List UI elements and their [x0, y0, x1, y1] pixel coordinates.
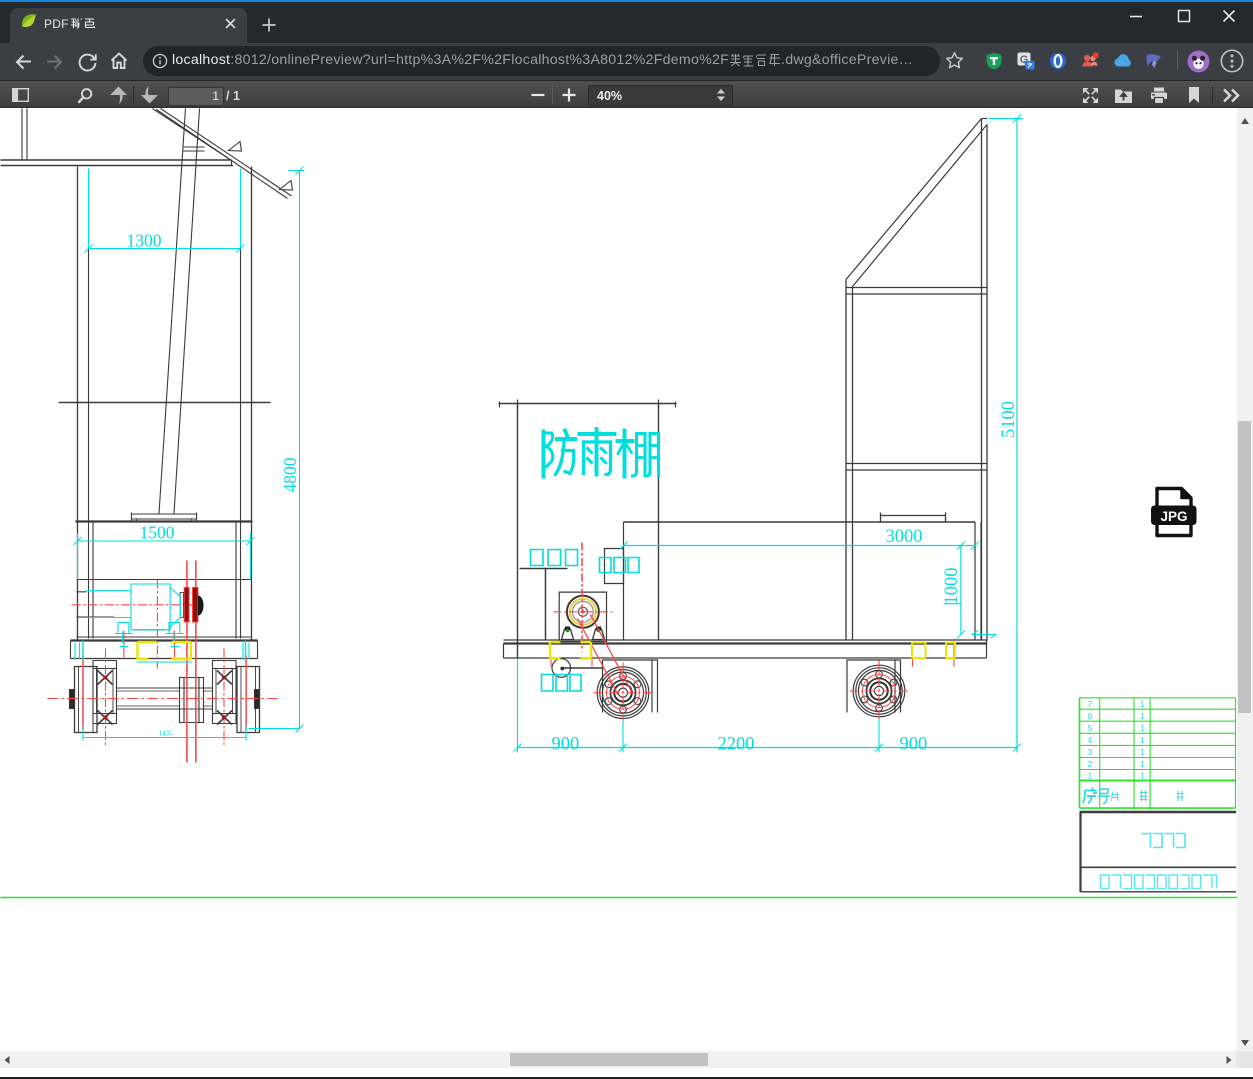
svg-text:900: 900 — [900, 735, 928, 755]
svg-text:4800: 4800 — [280, 457, 300, 492]
svg-text:1435: 1435 — [159, 730, 174, 738]
svg-text:4: 4 — [1088, 735, 1093, 745]
svg-text:3000: 3000 — [886, 527, 923, 547]
svg-text:5100: 5100 — [999, 401, 1019, 438]
svg-text:2200: 2200 — [718, 735, 755, 755]
svg-text:6: 6 — [1088, 711, 1093, 721]
svg-text:1000: 1000 — [942, 568, 962, 605]
svg-text:1500: 1500 — [140, 523, 175, 543]
svg-text:1: 1 — [1140, 759, 1145, 769]
svg-text:3: 3 — [1088, 747, 1093, 757]
svg-text:2: 2 — [1088, 759, 1093, 769]
svg-text:900: 900 — [552, 735, 580, 755]
svg-text:7: 7 — [1088, 699, 1093, 709]
svg-text:1: 1 — [1140, 747, 1145, 757]
svg-text:1: 1 — [1140, 723, 1145, 733]
svg-text:JPG: JPG — [1160, 509, 1187, 524]
svg-text:1300: 1300 — [127, 231, 162, 251]
svg-text:5: 5 — [1088, 723, 1093, 733]
svg-text:1: 1 — [1140, 735, 1145, 745]
svg-text:1: 1 — [1088, 771, 1093, 781]
svg-text:1: 1 — [1140, 699, 1145, 709]
svg-text:1: 1 — [1140, 711, 1145, 721]
svg-text:1: 1 — [1140, 771, 1145, 781]
